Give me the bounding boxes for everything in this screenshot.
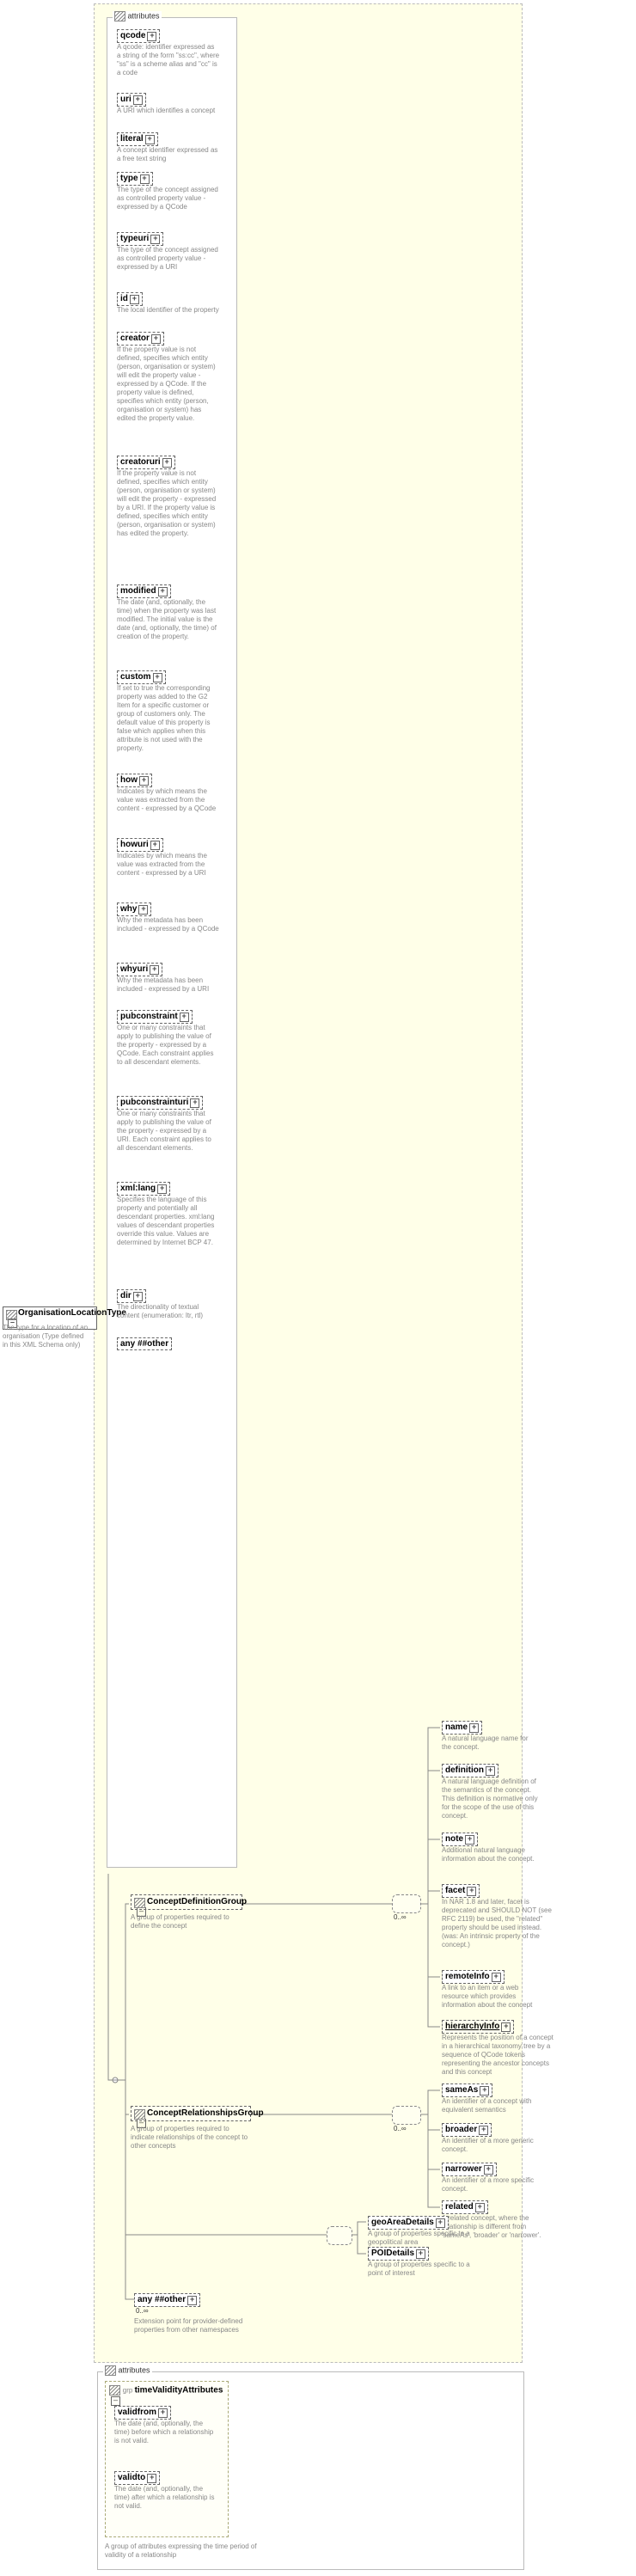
attributes-section-2: attributes grp timeValidityAttributes – … — [97, 2371, 524, 2570]
switch-icon — [392, 1894, 421, 1913]
attr-whyuri[interactable]: whyuri+ — [117, 963, 162, 976]
crg-sameas[interactable]: sameAs+ — [442, 2083, 492, 2097]
attr-id-desc: The local identifier of the property — [117, 306, 220, 315]
attr-howuri[interactable]: howuri+ — [117, 838, 163, 852]
cdg-name[interactable]: name+ — [442, 1721, 482, 1735]
attr-qcode-desc: A qcode: identifier expressed as a strin… — [117, 43, 220, 77]
attributes-label-2: attributes — [119, 2365, 150, 2374]
tv-group-name: timeValidityAttributes — [135, 2386, 223, 2395]
cdg-hierarchyinfo[interactable]: hierarchyInfo+ — [442, 2020, 514, 2034]
attr-validfrom[interactable]: validfrom+ — [114, 2406, 171, 2420]
attr-custom[interactable]: custom+ — [117, 670, 166, 684]
cdg-definition-desc: A natural language definition of the sem… — [442, 1778, 545, 1820]
attributes-label: attributes — [128, 11, 160, 20]
root-type-label: OrganisationLocationType — [18, 1308, 126, 1318]
cdg-name-desc: A natural language name for the concept. — [442, 1735, 536, 1752]
crg-broader[interactable]: broader+ — [442, 2123, 492, 2137]
time-validity-group: grp timeValidityAttributes – validfrom+ … — [105, 2381, 229, 2537]
attr-pubconstraint-desc: One or many constraints that apply to pu… — [117, 1024, 220, 1067]
crg-card: 0..∞ — [394, 2125, 407, 2132]
attr-custom-desc: If set to true the corresponding propert… — [117, 684, 220, 753]
attr-how[interactable]: how+ — [117, 774, 152, 787]
attr-validfrom-desc: The date (and, optionally, the time) bef… — [114, 2420, 217, 2445]
attr-creatoruri[interactable]: creatoruri+ — [117, 456, 175, 469]
concept-relationships-group[interactable]: ConceptRelationshipsGroup– — [131, 2106, 251, 2121]
cdg-hierarchyinfo-desc: Represents the position of a concept in … — [442, 2034, 553, 2077]
concept-definition-group[interactable]: ConceptDefinitionGroup– — [131, 1894, 242, 1910]
cdg-remoteinfo[interactable]: remoteInfo+ — [442, 1970, 505, 1984]
attr-typeuri[interactable]: typeuri+ — [117, 232, 163, 246]
attr-modified[interactable]: modified+ — [117, 584, 171, 598]
attr-literal-desc: A concept identifier expressed as a free… — [117, 146, 220, 163]
attr-id[interactable]: id+ — [117, 292, 143, 306]
attr-pubconstrainturi-desc: One or many constraints that apply to pu… — [117, 1110, 220, 1153]
attr-whyuri-desc: Why the metadata has been included - exp… — [117, 976, 220, 994]
attr-qcode[interactable]: qcode+ — [117, 29, 160, 43]
attr-uri-desc: A URI which identifies a concept — [117, 107, 220, 115]
ext-desc: Extension point for provider-defined pro… — [134, 2317, 246, 2334]
poidetails-desc: A group of properties specific to a poin… — [368, 2261, 471, 2278]
crg-sameas-desc: An identifier of a concept with equivale… — [442, 2097, 545, 2114]
attr-howuri-desc: Indicates by which means the value was e… — [117, 852, 220, 878]
switch-icon-3 — [327, 2226, 352, 2245]
attr-type[interactable]: type+ — [117, 172, 153, 186]
crg-broader-desc: An identifier of a more generic concept. — [442, 2137, 545, 2154]
cdg-remoteinfo-desc: A link to an item or a web resource whic… — [442, 1984, 545, 2010]
attr-any-other[interactable]: any ##other — [117, 1337, 172, 1350]
crg-narrower[interactable]: narrower+ — [442, 2163, 497, 2176]
attr-xmllang[interactable]: xml:lang+ — [117, 1182, 170, 1196]
cdg-facet-desc: In NAR 1.8 and later, facet is deprecate… — [442, 1898, 553, 1949]
attr-uri[interactable]: uri+ — [117, 93, 146, 107]
root-desc: The type for a location of an organisati… — [3, 1324, 89, 1349]
crg-label: ConceptRelationshipsGroup — [147, 2108, 264, 2118]
attr-literal[interactable]: literal+ — [117, 132, 158, 146]
cdg-desc: A group of properties required to define… — [131, 1913, 241, 1930]
crg-narrower-desc: An identifier of a more specific concept… — [442, 2176, 545, 2194]
attr-type-desc: The type of the concept assigned as cont… — [117, 186, 220, 211]
cdg-note[interactable]: note+ — [442, 1833, 478, 1846]
cdg-note-desc: Additional natural language information … — [442, 1846, 545, 1863]
cdg-facet[interactable]: facet+ — [442, 1884, 480, 1898]
attr-dir-desc: The directionality of textual content (e… — [117, 1303, 220, 1320]
tv-group-desc: A group of attributes expressing the tim… — [105, 2542, 277, 2560]
poidetails[interactable]: POIDetails+ — [368, 2247, 429, 2261]
attr-pubconstrainturi[interactable]: pubconstrainturi+ — [117, 1096, 203, 1110]
attr-creator-desc: If the property value is not defined, sp… — [117, 346, 220, 423]
crg-related[interactable]: related+ — [442, 2200, 488, 2214]
attr-xmllang-desc: Specifies the language of this property … — [117, 1196, 220, 1247]
attr-validto[interactable]: validto+ — [114, 2471, 160, 2485]
cdg-card: 0..∞ — [394, 1913, 407, 1921]
attr-typeuri-desc: The type of the concept assigned as cont… — [117, 246, 220, 272]
attr-validto-desc: The date (and, optionally, the time) aft… — [114, 2485, 217, 2511]
geoareadetails[interactable]: geoAreaDetails+ — [368, 2216, 449, 2230]
cdg-label: ConceptDefinitionGroup — [147, 1897, 247, 1906]
ext-any-other[interactable]: any ##other+ — [134, 2293, 200, 2307]
attr-creator[interactable]: creator+ — [117, 332, 164, 346]
expand-icon[interactable]: + — [147, 32, 156, 41]
attr-modified-desc: The date (and, optionally, the time) whe… — [117, 598, 220, 641]
ext-card: 0..∞ — [136, 2307, 149, 2315]
cdg-definition[interactable]: definition+ — [442, 1764, 498, 1778]
attr-why-desc: Why the metadata has been included - exp… — [117, 916, 220, 933]
attr-how-desc: Indicates by which means the value was e… — [117, 787, 220, 813]
crg-desc: A group of properties required to indica… — [131, 2125, 251, 2151]
attr-pubconstraint[interactable]: pubconstraint+ — [117, 1010, 193, 1024]
attr-creatoruri-desc: If the property value is not defined, sp… — [117, 469, 220, 538]
switch-icon-2 — [392, 2106, 421, 2125]
geoareadetails-desc: A group of properties specific to a geop… — [368, 2230, 471, 2247]
attr-why[interactable]: why+ — [117, 903, 151, 916]
attr-dir[interactable]: dir+ — [117, 1289, 146, 1303]
